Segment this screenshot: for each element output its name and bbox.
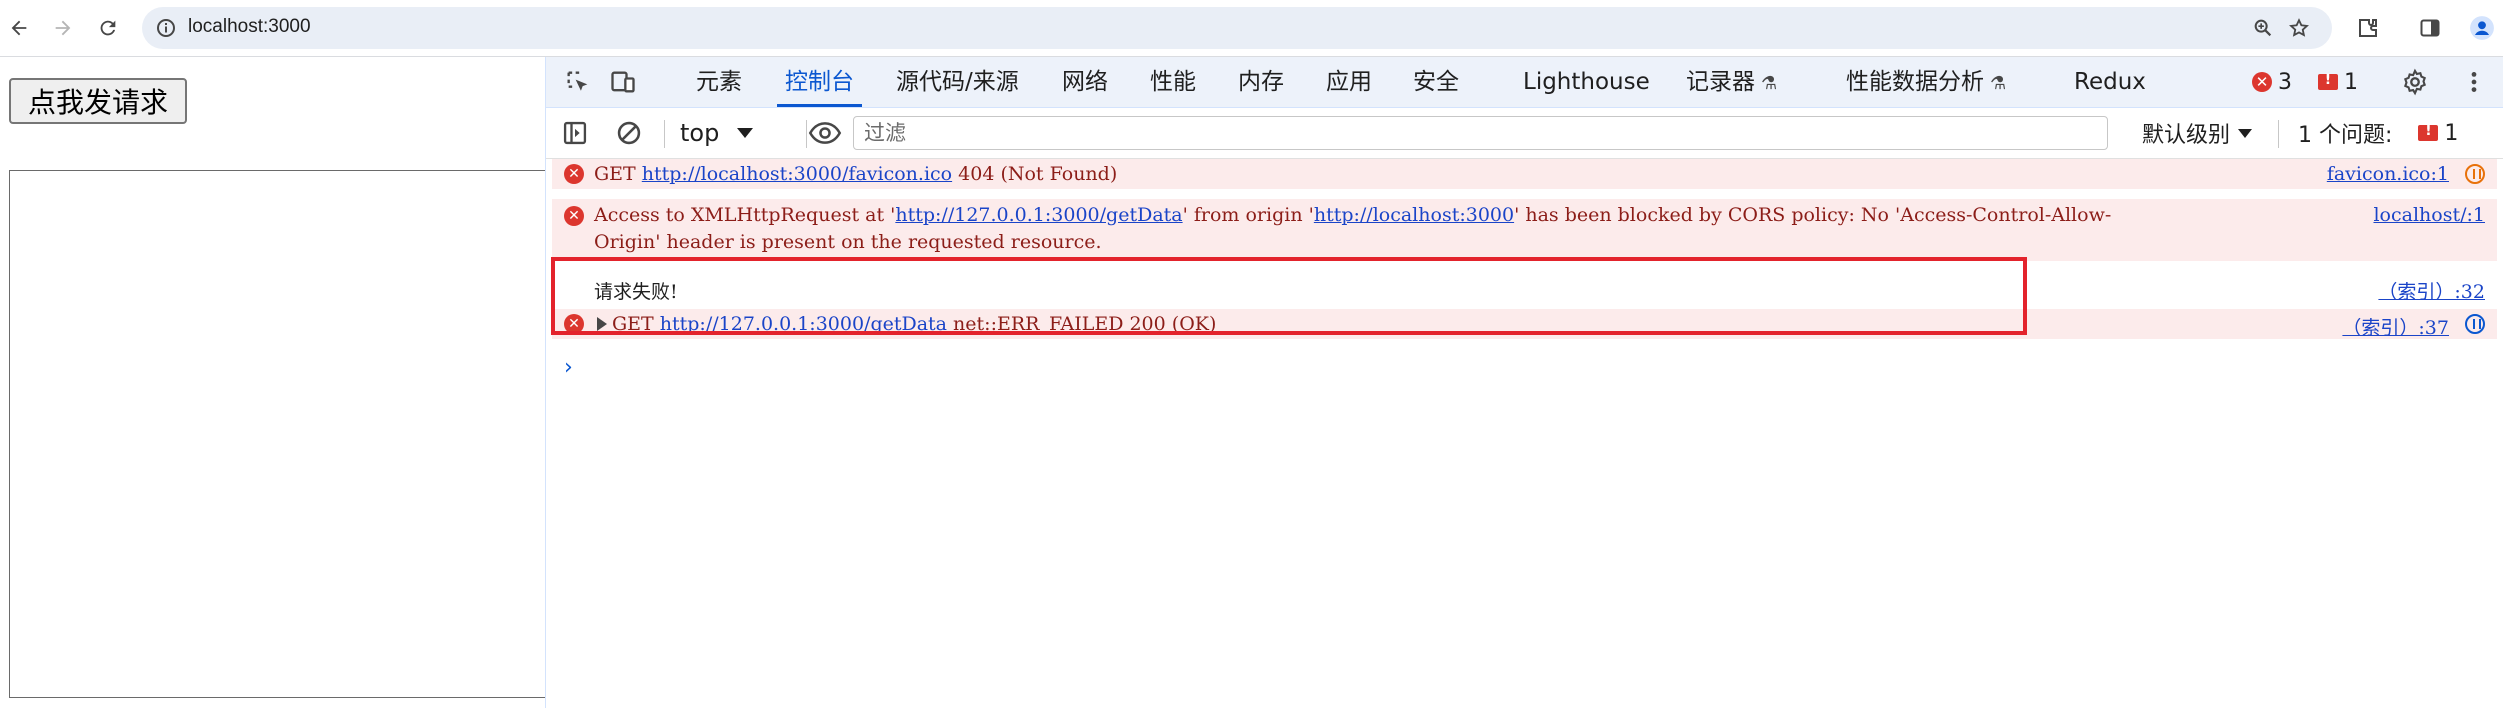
issue-flag-icon (2418, 123, 2439, 141)
arrow-left-icon (11, 20, 27, 36)
devtools-panel: 元素 控制台 源代码/来源 网络 性能 内存 应用 安全 Lighthouse … (545, 57, 2503, 708)
browser-toolbar: localhost:3000 (0, 0, 2503, 57)
console-toolbar: top 默认级别 1 个问题: 1 (546, 108, 2503, 159)
result-box (9, 170, 545, 698)
bookmark-star-icon[interactable] (2286, 15, 2312, 41)
source-link[interactable]: localhost/:1 (2373, 204, 2485, 226)
reload-button[interactable] (92, 12, 124, 44)
url-link[interactable]: http://127.0.0.1:3000/getData (895, 204, 1182, 226)
settings-gear-icon[interactable] (2398, 65, 2432, 99)
side-panel-icon[interactable] (2414, 12, 2446, 44)
url-link[interactable]: http://127.0.0.1:3000/getData (660, 313, 947, 335)
message-text-line2: Origin' header is present on the request… (594, 231, 1102, 253)
console-output: ✕ GET http://localhost:3000/favicon.ico … (546, 159, 2503, 708)
issue-count: 1 (2344, 69, 2358, 95)
issue-flag-icon (2318, 72, 2338, 90)
console-message: ✕ GET http://localhost:3000/favicon.ico … (552, 159, 2497, 189)
tab-performance-insights[interactable]: 性能数据分析 ⚗ (1846, 57, 2006, 107)
error-icon: ✕ (564, 206, 584, 226)
inspect-element-icon[interactable] (561, 65, 595, 99)
profile-avatar-icon[interactable] (2466, 12, 2498, 44)
toolbar-divider (806, 120, 807, 148)
extensions-icon[interactable] (2352, 12, 2384, 44)
url-link[interactable]: http://localhost:3000 (1314, 204, 1514, 226)
device-toggle-icon[interactable] (606, 65, 640, 99)
tab-recorder[interactable]: 记录器 ⚗ (1686, 57, 1777, 107)
console-message: ✕ GET http://127.0.0.1:3000/getData net:… (552, 309, 2497, 339)
error-count: 3 (2278, 69, 2292, 95)
more-options-icon[interactable] (2457, 65, 2491, 99)
back-button[interactable] (3, 12, 35, 44)
log-levels-dropdown[interactable]: 默认级别 (2142, 118, 2253, 148)
tab-console[interactable]: 控制台 (777, 57, 862, 107)
expand-triangle-icon[interactable] (597, 317, 607, 331)
source-link[interactable]: （索引）:37 (2342, 313, 2449, 340)
address-bar[interactable]: localhost:3000 (142, 7, 2332, 49)
source-link[interactable]: （索引）:32 (2378, 277, 2485, 304)
error-count-badge[interactable]: ✕ 3 (2252, 69, 2292, 95)
tab-performance[interactable]: 性能 (1150, 57, 1196, 107)
tab-network[interactable]: 网络 (1062, 57, 1108, 107)
console-message: 请求失败! （索引）:32 (552, 273, 2497, 303)
tab-redux[interactable]: Redux (2074, 57, 2146, 107)
message-text: 请求失败! (594, 281, 678, 303)
tab-performance-insights-label: 性能数据分析 (1846, 69, 1984, 95)
reload-icon (100, 20, 116, 36)
url-text[interactable]: localhost:3000 (188, 16, 311, 38)
issues-label-text: 1 个问题: (2298, 123, 2393, 148)
console-message: ✕ Access to XMLHttpRequest at 'http://12… (552, 199, 2497, 261)
issues-count-text: 1 (2444, 120, 2459, 146)
error-icon: ✕ (564, 314, 584, 334)
issue-count-badge[interactable]: 1 (2318, 69, 2358, 95)
tab-elements[interactable]: 元素 (696, 57, 742, 107)
toolbar-divider (2278, 120, 2279, 148)
network-request-icon[interactable] (2465, 164, 2485, 184)
context-selector[interactable]: top (680, 118, 754, 148)
tab-sources[interactable]: 源代码/来源 (896, 57, 1019, 107)
network-request-icon[interactable] (2465, 314, 2485, 334)
tab-lighthouse[interactable]: Lighthouse (1523, 57, 1650, 107)
clear-console-icon[interactable] (612, 116, 646, 150)
tab-recorder-label: 记录器 (1686, 69, 1755, 95)
error-icon: ✕ (564, 164, 584, 184)
live-expression-eye-icon[interactable] (808, 116, 842, 150)
source-link[interactable]: favicon.ico:1 (2327, 163, 2449, 185)
log-levels-value: 默认级别 (2142, 123, 2231, 148)
message-text: GET http://127.0.0.1:3000/getData net::E… (612, 313, 1217, 335)
console-prompt-chevron-icon[interactable]: › (564, 355, 573, 380)
tab-application[interactable]: 应用 (1326, 57, 1372, 107)
toolbar-divider (664, 120, 665, 148)
error-icon: ✕ (2252, 72, 2272, 92)
caret-down-icon (2238, 128, 2253, 138)
tab-security[interactable]: 安全 (1413, 57, 1459, 107)
caret-down-icon (737, 128, 754, 138)
message-text: GET http://localhost:3000/favicon.ico 40… (594, 163, 1118, 185)
sidebar-toggle-icon[interactable] (558, 116, 592, 150)
url-link[interactable]: http://localhost:3000/favicon.ico (642, 163, 952, 185)
site-info-icon[interactable] (154, 16, 178, 40)
flask-icon: ⚗ (1990, 73, 2007, 94)
devtools-tab-bar: 元素 控制台 源代码/来源 网络 性能 内存 应用 安全 Lighthouse … (546, 57, 2503, 108)
filter-input[interactable] (853, 116, 2108, 150)
zoom-icon[interactable] (2250, 15, 2276, 41)
tab-memory[interactable]: 内存 (1238, 57, 1284, 107)
send-request-button[interactable]: 点我发请求 (9, 78, 187, 124)
page-viewport: 点我发请求 (0, 57, 545, 708)
forward-button[interactable] (47, 12, 79, 44)
flask-icon: ⚗ (1761, 73, 1778, 94)
message-text-line1: Access to XMLHttpRequest at 'http://127.… (594, 204, 2112, 226)
arrow-right-icon (55, 20, 71, 36)
issues-counter[interactable]: 1 个问题: 1 (2298, 118, 2459, 149)
context-value: top (680, 119, 720, 147)
